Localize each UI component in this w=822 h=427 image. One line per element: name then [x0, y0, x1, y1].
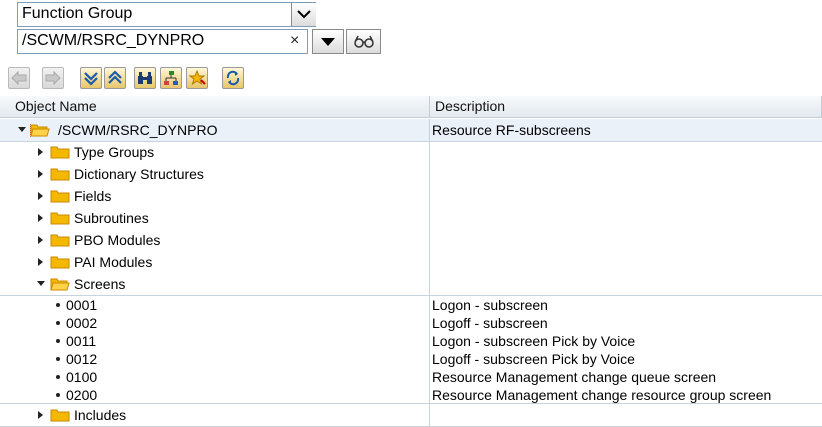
folder-icon	[50, 234, 70, 247]
folder-label: Subroutines	[74, 210, 149, 226]
folder-icon	[50, 146, 70, 159]
screen-description: Logon - subscreen Pick by Voice	[432, 333, 636, 349]
expand-icon	[84, 72, 98, 86]
screen-description: Logon - subscreen	[432, 297, 548, 313]
clear-icon[interactable]: ×	[290, 32, 299, 50]
bullet-icon	[56, 321, 60, 325]
root-node-description: Resource RF-subscreens	[432, 122, 591, 138]
object-name-input[interactable]: /SCWM/RSRC_DYNPRO ×	[17, 29, 308, 54]
object-type-dropdown-button[interactable]	[291, 3, 316, 26]
tree-row-screen[interactable]: 0002 Logoff - subscreen	[0, 314, 822, 332]
arrow-left-icon	[11, 71, 27, 85]
folder-icon	[50, 190, 70, 203]
tree-row-screen[interactable]: 0100 Resource Management change queue scr…	[0, 368, 822, 386]
tree-row-screen[interactable]: 0001 Logon - subscreen	[0, 296, 822, 314]
hierarchy-button[interactable]	[160, 67, 182, 89]
folder-icon	[50, 409, 70, 422]
open-folder-icon	[50, 278, 70, 291]
expander-collapsed-icon[interactable]	[36, 229, 46, 251]
root-node-label: /SCWM/RSRC_DYNPRO	[58, 122, 218, 138]
column-header-description-label: Description	[435, 98, 506, 114]
tree-row-folder[interactable]: Type Groups	[0, 141, 822, 163]
expander-collapsed-icon[interactable]	[36, 404, 46, 426]
refresh-button[interactable]	[222, 67, 244, 89]
folder-label: PBO Modules	[74, 232, 161, 248]
hierarchy-icon	[164, 71, 178, 85]
expander-collapsed-icon[interactable]	[36, 185, 46, 207]
display-button[interactable]	[346, 29, 381, 54]
screen-description: Resource Management change queue screen	[432, 369, 717, 385]
folder-icon	[50, 256, 70, 269]
tree-row-screen[interactable]: 0200 Resource Management change resource …	[0, 386, 822, 404]
folder-label: Fields	[74, 188, 112, 204]
tree-row-folder[interactable]: PBO Modules	[0, 229, 822, 251]
tree-row-folder[interactable]: PAI Modules	[0, 251, 822, 273]
find-button[interactable]	[134, 67, 156, 89]
screen-number: 0002	[66, 315, 98, 331]
expander-expanded-icon[interactable]	[36, 273, 46, 295]
tree-row-root[interactable]: /SCWM/RSRC_DYNPRO Resource RF-subscreens	[0, 119, 822, 141]
folder-icon	[50, 168, 70, 181]
expander-expanded-icon[interactable]	[17, 119, 27, 141]
tree-row-screen[interactable]: 0012 Logoff - subscreen Pick by Voice	[0, 350, 822, 368]
screen-number: 0100	[66, 369, 98, 385]
favorites-button[interactable]	[186, 67, 208, 89]
glasses-icon	[353, 35, 374, 48]
tree-row-screens[interactable]: Screens	[0, 273, 822, 295]
screen-description: Logoff - subscreen	[432, 315, 548, 331]
expander-collapsed-icon[interactable]	[36, 207, 46, 229]
refresh-icon	[226, 70, 240, 86]
tree-row-folder[interactable]: Dictionary Structures	[0, 163, 822, 185]
column-header-object-name[interactable]: Object Name	[10, 96, 430, 118]
arrow-right-icon	[45, 71, 61, 85]
tree-row-folder[interactable]: Subroutines	[0, 207, 822, 229]
expander-collapsed-icon[interactable]	[36, 251, 46, 273]
expander-collapsed-icon[interactable]	[36, 163, 46, 185]
open-folder-icon	[30, 124, 50, 137]
screen-number: 0200	[66, 387, 98, 403]
includes-folder-label: Includes	[74, 407, 127, 423]
bullet-icon	[56, 393, 60, 397]
folder-icon	[50, 212, 70, 225]
folder-label: PAI Modules	[74, 254, 153, 270]
screen-number: 0001	[66, 297, 98, 313]
back-button[interactable]	[8, 67, 30, 89]
object-type-select[interactable]: Function Group	[17, 2, 316, 27]
binoculars-icon	[138, 72, 152, 84]
chevron-down-icon	[297, 10, 311, 19]
folder-label: Type Groups	[74, 144, 155, 160]
expander-collapsed-icon[interactable]	[36, 141, 46, 163]
triangle-down-icon	[321, 37, 335, 46]
tree-row-screen[interactable]: 0011 Logon - subscreen Pick by Voice	[0, 332, 822, 350]
screens-folder-label: Screens	[74, 276, 126, 292]
screen-number: 0012	[66, 351, 98, 367]
tree-row-includes[interactable]: Includes	[0, 404, 822, 426]
bullet-icon	[56, 303, 60, 307]
object-type-value: Function Group	[22, 5, 133, 22]
folder-label: Dictionary Structures	[74, 166, 204, 182]
tree-row-folder[interactable]: Fields	[0, 185, 822, 207]
expand-all-button[interactable]	[80, 67, 102, 89]
screen-number: 0011	[66, 333, 97, 349]
bullet-icon	[56, 339, 60, 343]
object-name-value: /SCWM/RSRC_DYNPRO	[22, 32, 205, 49]
bullet-icon	[56, 375, 60, 379]
collapse-icon	[108, 70, 122, 84]
forward-button[interactable]	[42, 67, 64, 89]
star-icon	[188, 70, 206, 86]
column-header-description[interactable]: Description	[430, 96, 822, 118]
screen-description: Resource Management change resource grou…	[432, 387, 772, 403]
screen-description: Logoff - subscreen Pick by Voice	[432, 351, 635, 367]
object-name-dropdown-button[interactable]	[312, 29, 344, 54]
column-header-object-name-label: Object Name	[15, 98, 97, 114]
bullet-icon	[56, 357, 60, 361]
collapse-all-button[interactable]	[104, 67, 126, 89]
